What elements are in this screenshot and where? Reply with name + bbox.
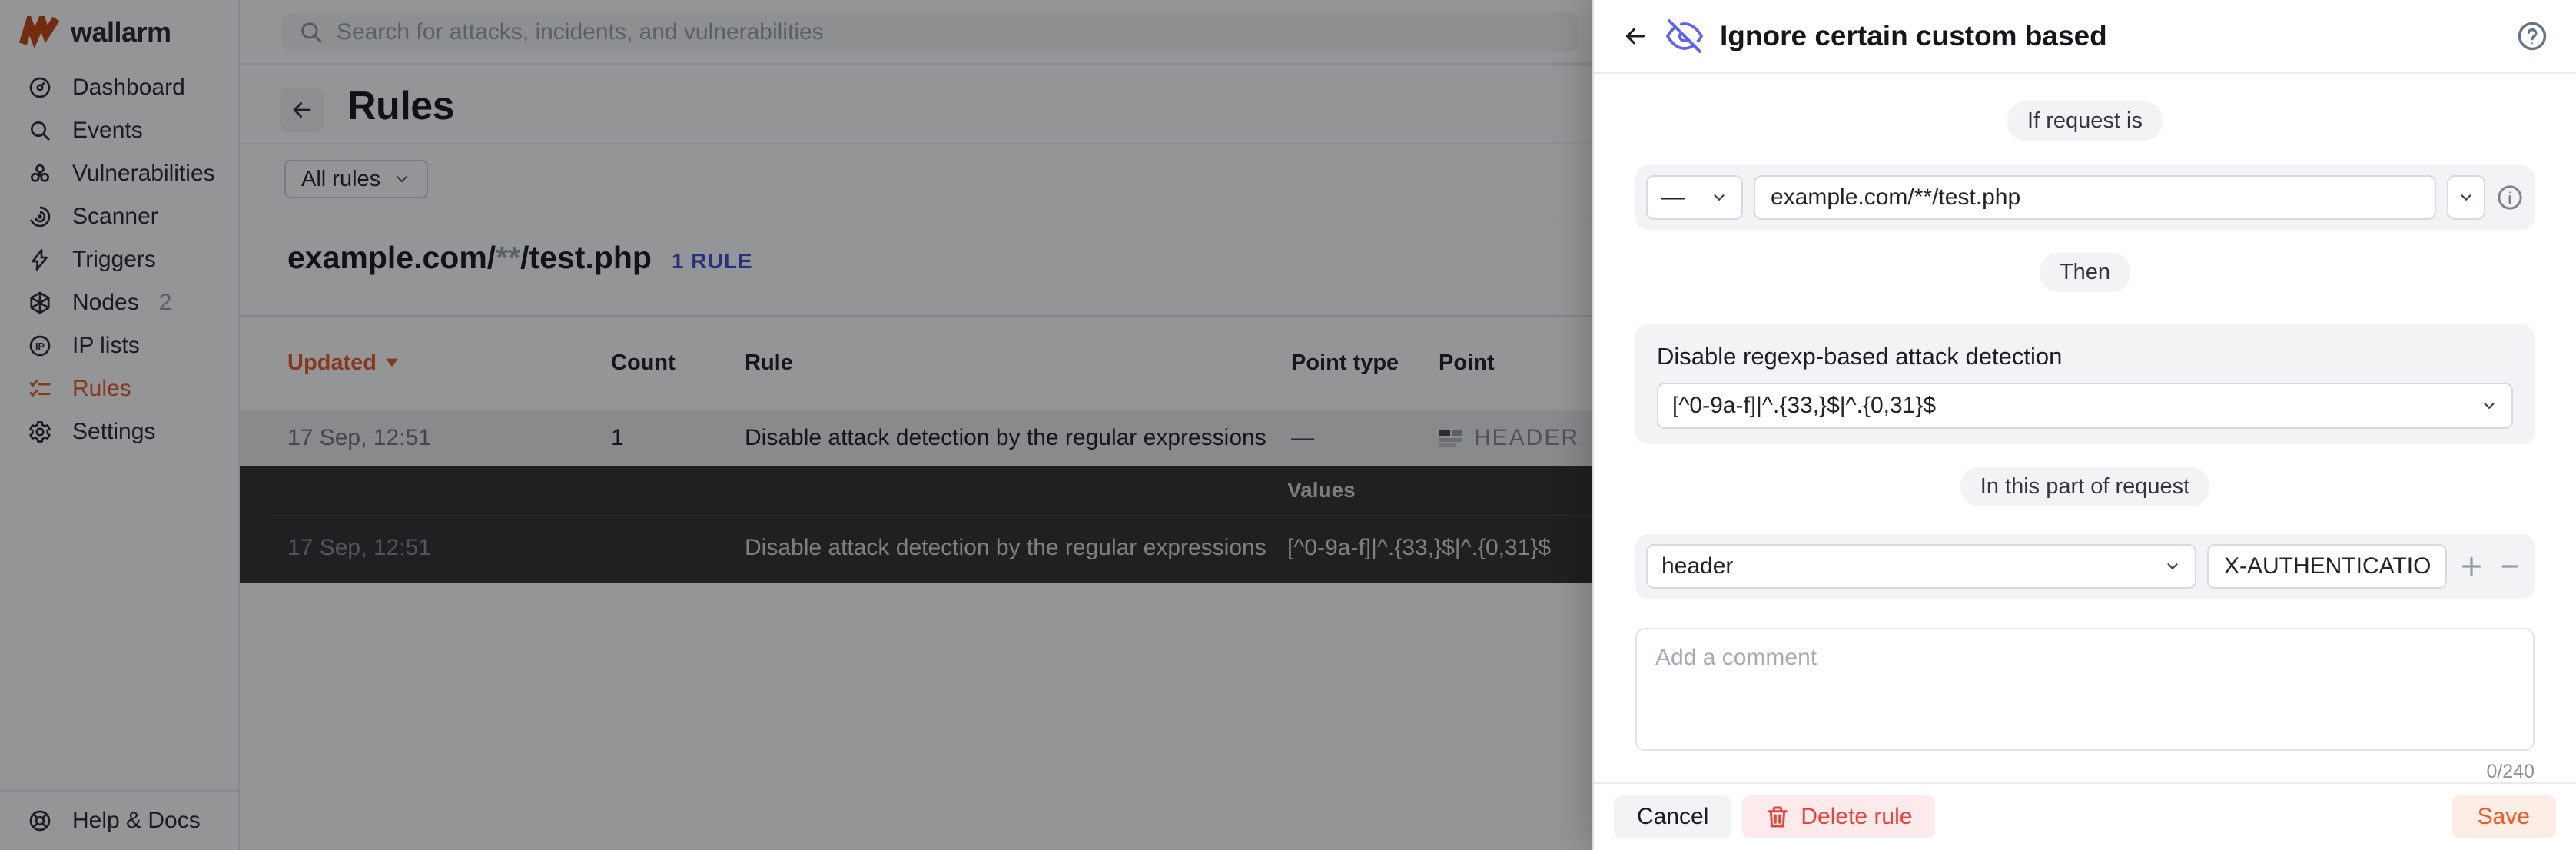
condition-uri-input[interactable] — [1754, 175, 2436, 220]
remove-point-button[interactable] — [2496, 553, 2524, 580]
cancel-button[interactable]: Cancel — [1614, 795, 1731, 838]
chevron-down-icon — [2164, 558, 2181, 575]
chevron-down-icon — [1711, 189, 1728, 206]
minus-icon — [2496, 553, 2524, 580]
panel-header: Ignore certain custom based — [1594, 0, 2576, 74]
action-card: Disable regexp-based attack detection [^… — [1635, 324, 2535, 444]
then-pill: Then — [2040, 253, 2130, 292]
condition-operator-select[interactable]: — — [1646, 175, 1743, 220]
condition-mode-select[interactable] — [2447, 175, 2485, 220]
rule-editor-panel: Ignore certain custom based If request i… — [1592, 0, 2576, 850]
panel-footer: Cancel Delete rule Save — [1594, 782, 2576, 850]
point-type-value: header — [1661, 553, 1733, 579]
chevron-down-icon — [2481, 397, 2498, 414]
delete-rule-button[interactable]: Delete rule — [1742, 795, 1935, 838]
comment-char-counter: 0/240 — [1635, 761, 2535, 782]
info-circle-icon — [2496, 184, 2524, 211]
point-type-select[interactable]: header — [1646, 544, 2196, 589]
request-part-card: header — [1635, 534, 2535, 599]
delete-rule-label: Delete rule — [1801, 804, 1912, 830]
in-this-part-pill: In this part of request — [1960, 467, 2209, 506]
panel-body: If request is — Then Disable regexp-base… — [1594, 74, 2576, 782]
ignore-eye-off-icon — [1666, 18, 1703, 55]
modal-backdrop[interactable] — [0, 0, 1592, 850]
point-name-input[interactable] — [2207, 544, 2447, 589]
condition-card: — — [1635, 165, 2535, 230]
save-button[interactable]: Save — [2452, 795, 2556, 838]
action-title: Disable regexp-based attack detection — [1657, 343, 2513, 370]
regex-value: [^0-9a-f]|^.{33,}$|^.{0,31}$ — [1672, 393, 1936, 419]
add-point-button[interactable] — [2458, 553, 2485, 580]
panel-back-button[interactable] — [1622, 22, 1649, 50]
chevron-down-icon — [2458, 189, 2475, 206]
condition-info-button[interactable] — [2496, 184, 2524, 211]
arrow-left-icon — [1622, 22, 1649, 50]
comment-textarea[interactable] — [1635, 628, 2535, 751]
panel-title: Ignore certain custom based — [1720, 20, 2107, 52]
trash-icon — [1765, 805, 1790, 829]
operator-value: — — [1661, 184, 1685, 211]
question-circle-icon — [2516, 20, 2548, 52]
panel-help-button[interactable] — [2516, 20, 2548, 52]
regex-value-select[interactable]: [^0-9a-f]|^.{33,}$|^.{0,31}$ — [1657, 383, 2513, 429]
if-request-is-pill: If request is — [2007, 101, 2163, 141]
plus-icon — [2458, 553, 2485, 580]
